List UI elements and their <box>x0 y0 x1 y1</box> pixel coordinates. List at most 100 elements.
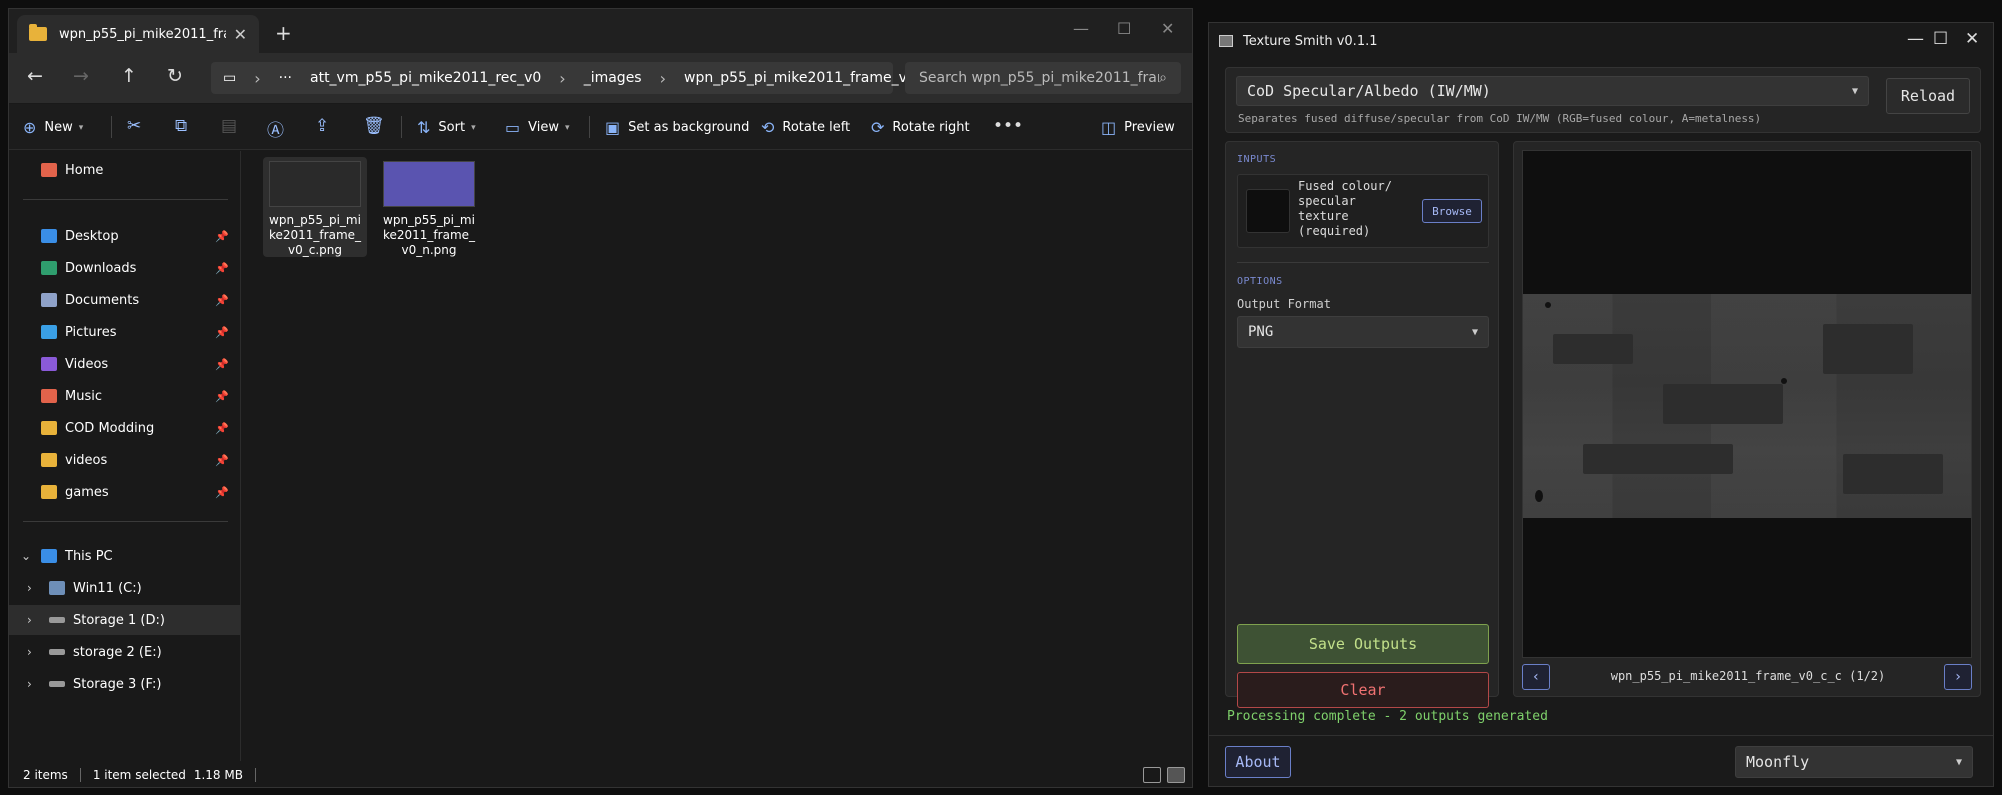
selection-size: 1.18 MB <box>193 768 243 782</box>
previous-output-button[interactable]: ‹ <box>1522 664 1550 690</box>
nav-divider <box>23 521 228 522</box>
input-thumbnail <box>1246 189 1290 233</box>
browse-button[interactable]: Browse <box>1422 199 1482 223</box>
save-outputs-button[interactable]: Save Outputs <box>1237 624 1489 664</box>
texture-detail <box>1843 454 1943 494</box>
refresh-icon[interactable]: ↻ <box>167 65 183 87</box>
nav-home[interactable]: Home <box>9 155 241 185</box>
next-output-button[interactable]: › <box>1944 664 1972 690</box>
back-icon[interactable]: ← <box>27 65 43 87</box>
mode-dropdown[interactable]: CoD Specular/Albedo (IW/MW) ▼ <box>1236 76 1869 106</box>
address-bar[interactable]: ▭ › ··· att_vm_p55_pi_mike2011_rec_v0 › … <box>211 62 916 94</box>
inputs-panel: INPUTS Fused colour/ specular texture (r… <box>1225 141 1499 708</box>
breadcrumb-item[interactable]: att_vm_p55_pi_mike2011_rec_v0 <box>310 70 541 86</box>
theme-dropdown[interactable]: Moonfly ▼ <box>1735 746 1973 778</box>
chevron-right-icon: › <box>659 68 667 88</box>
new-tab-icon[interactable]: + <box>275 21 292 45</box>
delete-icon[interactable]: 🗑 <box>363 116 385 136</box>
chevron-down-icon: ▼ <box>1851 85 1858 97</box>
documents-icon <box>41 293 57 307</box>
chevron-down-icon: ▾ <box>471 122 476 133</box>
details-view-icon[interactable] <box>1143 767 1161 783</box>
file-item[interactable]: wpn_p55_pi_mike2011_frame_v0_n.png <box>377 157 481 257</box>
nav-music[interactable]: Music 📌 <box>9 381 241 411</box>
chevron-right-icon: › <box>254 68 261 88</box>
file-name: wpn_p55_pi_mike2011_frame_v0_c.png <box>268 213 362 257</box>
share-icon[interactable]: ⇪ <box>315 116 329 136</box>
nav-downloads[interactable]: Downloads 📌 <box>9 253 241 283</box>
new-button[interactable]: ⊕ New ▾ <box>23 118 83 137</box>
file-item[interactable]: wpn_p55_pi_mike2011_frame_v0_c.png <box>263 157 367 257</box>
pin-icon: 📌 <box>215 261 229 275</box>
chevron-down-icon[interactable]: ⌄ <box>21 549 31 563</box>
input-slot: Fused colour/ specular texture (required… <box>1237 174 1489 248</box>
sort-button[interactable]: ⇅ Sort ▾ <box>417 118 476 137</box>
close-window-icon[interactable]: ✕ <box>1161 19 1174 38</box>
nav-pictures[interactable]: Pictures 📌 <box>9 317 241 347</box>
nav-videos[interactable]: Videos 📌 <box>9 349 241 379</box>
chevron-right-icon[interactable]: › <box>27 613 32 627</box>
nav-this-pc[interactable]: ⌄ This PC <box>9 541 241 571</box>
maximize-icon[interactable]: ☐ <box>1117 19 1131 38</box>
breadcrumb-item[interactable]: _images <box>584 70 642 86</box>
nav-label: Downloads <box>65 260 137 276</box>
output-format-value: PNG <box>1248 324 1274 340</box>
preview-pane-icon: ◫ <box>1101 118 1117 137</box>
drive-icon <box>49 617 65 623</box>
more-icon[interactable]: ••• <box>993 116 1023 136</box>
chevron-right-icon[interactable]: › <box>27 677 32 691</box>
rotate-left-button[interactable]: ⟲ Rotate left <box>761 118 850 137</box>
nav-label: Desktop <box>65 228 119 244</box>
view-button[interactable]: ▭ View ▾ <box>505 118 570 137</box>
nav-drive-f[interactable]: › Storage 3 (F:) <box>9 669 241 699</box>
computer-icon <box>41 549 57 563</box>
item-count: 2 items <box>23 768 68 782</box>
clear-button[interactable]: Clear <box>1237 672 1489 708</box>
cut-icon[interactable]: ✂ <box>127 116 141 136</box>
divider <box>589 116 590 138</box>
preview-canvas <box>1522 150 1972 658</box>
explorer-tab[interactable]: wpn_p55_pi_mike2011_frame_ ✕ <box>17 15 259 53</box>
up-icon[interactable]: ↑ <box>121 65 137 87</box>
breadcrumb-overflow[interactable]: ··· <box>279 70 292 86</box>
image-icon: ▣ <box>605 118 621 137</box>
drive-icon <box>49 581 65 595</box>
nav-cod-modding[interactable]: COD Modding 📌 <box>9 413 241 443</box>
breadcrumb-item[interactable]: wpn_p55_pi_mike2011_frame_v0 <box>684 70 916 86</box>
sort-icon: ⇅ <box>417 118 431 137</box>
nav-videos-folder[interactable]: videos 📌 <box>9 445 241 475</box>
chevron-right-icon[interactable]: › <box>27 581 32 595</box>
close-tab-icon[interactable]: ✕ <box>234 25 247 44</box>
preview-button[interactable]: ◫ Preview <box>1101 118 1175 137</box>
rotate-right-button[interactable]: ⟳ Rotate right <box>871 118 970 137</box>
tiles-view-icon[interactable] <box>1167 767 1185 783</box>
view-label: View <box>528 120 559 135</box>
file-explorer-window: wpn_p55_pi_mike2011_frame_ ✕ + — ☐ ✕ ← →… <box>8 8 1193 788</box>
set-background-button[interactable]: ▣ Set as background <box>605 118 749 137</box>
maximize-icon[interactable]: ☐ <box>1933 29 1948 49</box>
nav-desktop[interactable]: Desktop 📌 <box>9 221 241 251</box>
reload-button[interactable]: Reload <box>1886 78 1970 114</box>
nav-drive-c[interactable]: › Win11 (C:) <box>9 573 241 603</box>
minimize-icon[interactable]: — <box>1907 29 1924 49</box>
nav-documents[interactable]: Documents 📌 <box>9 285 241 315</box>
paste-icon[interactable]: ▤ <box>221 116 237 136</box>
output-format-dropdown[interactable]: PNG ▼ <box>1237 316 1489 348</box>
about-button[interactable]: About <box>1225 746 1291 778</box>
preview-filename: wpn_p55_pi_mike2011_frame_v0_c_c (1/2) <box>1610 669 1886 683</box>
selection-count: 1 item selected <box>92 768 186 782</box>
chevron-right-icon[interactable]: › <box>27 645 32 659</box>
minimize-icon[interactable]: — <box>1073 19 1089 38</box>
nav-label: Home <box>65 162 104 178</box>
copy-icon[interactable]: ⧉ <box>175 116 187 136</box>
close-window-icon[interactable]: ✕ <box>1965 29 1979 49</box>
nav-games[interactable]: games 📌 <box>9 477 241 507</box>
forward-icon[interactable]: → <box>73 65 89 87</box>
options-heading: OPTIONS <box>1237 276 1283 287</box>
nav-drive-e[interactable]: › storage 2 (E:) <box>9 637 241 667</box>
nav-drive-d[interactable]: › Storage 1 (D:) <box>9 605 241 635</box>
rename-icon[interactable]: Ⓐ <box>267 116 284 141</box>
search-box[interactable]: Search wpn_p55_pi_mike2011_frame ⌕ <box>905 62 1181 94</box>
preview-label: Preview <box>1124 120 1175 135</box>
drive-icon <box>49 681 65 687</box>
